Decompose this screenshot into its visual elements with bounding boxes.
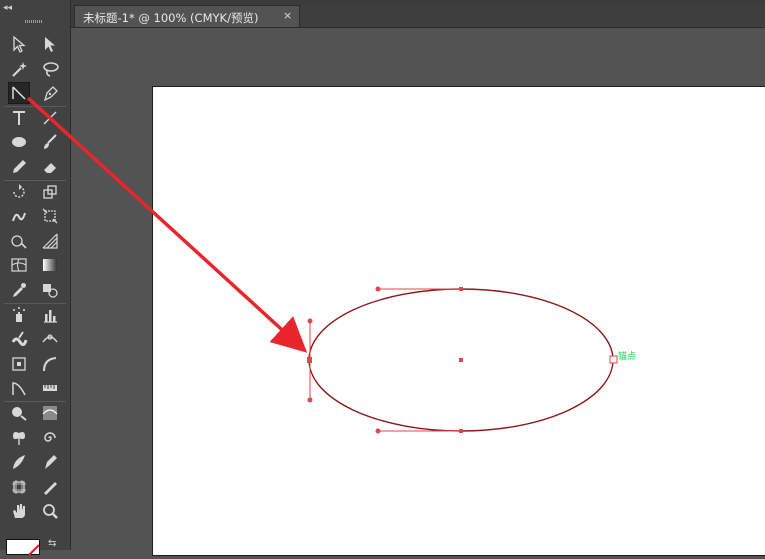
ink-pen-icon bbox=[41, 453, 59, 471]
ruler-icon bbox=[41, 379, 59, 397]
selection-tool[interactable] bbox=[8, 33, 30, 55]
gradient-tool[interactable] bbox=[39, 254, 61, 276]
slice-icon bbox=[41, 478, 59, 496]
mesh-icon bbox=[10, 256, 28, 274]
column-graph-icon bbox=[41, 306, 59, 324]
width-tool[interactable] bbox=[39, 328, 61, 350]
line-tool[interactable] bbox=[39, 107, 61, 129]
hand-icon bbox=[10, 502, 28, 520]
symbol-sprayer-icon bbox=[10, 306, 28, 324]
close-tab-icon[interactable]: × bbox=[283, 9, 292, 22]
magic-wand-tool[interactable] bbox=[8, 58, 30, 80]
width-icon bbox=[41, 330, 59, 348]
brush-mask-icon bbox=[10, 404, 28, 422]
warp-tool[interactable] bbox=[8, 205, 30, 227]
document-tab[interactable]: 未标题-1* @ 100% (CMYK/预览) × bbox=[74, 5, 300, 27]
spiral-icon bbox=[41, 429, 59, 447]
free-transform-tool[interactable] bbox=[39, 205, 61, 227]
slice-tool[interactable] bbox=[39, 476, 61, 498]
mesh-tool[interactable] bbox=[8, 254, 30, 276]
blend-icon bbox=[41, 281, 59, 299]
line-segment-icon bbox=[10, 84, 28, 102]
paintbrush-icon bbox=[41, 133, 59, 151]
paintbrush-tool[interactable] bbox=[39, 131, 61, 153]
spiral-tool[interactable] bbox=[39, 427, 61, 449]
ruler-tool[interactable] bbox=[39, 377, 61, 399]
arc-tool[interactable] bbox=[39, 353, 61, 375]
zoom-tool[interactable] bbox=[39, 500, 61, 522]
curvature-icon bbox=[10, 379, 28, 397]
rotate-icon bbox=[10, 183, 28, 201]
perspective-grid-icon bbox=[41, 232, 59, 250]
blob-brush-icon bbox=[10, 330, 28, 348]
texture-tool[interactable] bbox=[39, 402, 61, 424]
pencil-icon bbox=[10, 158, 28, 176]
symbol-sprayer-tool[interactable] bbox=[8, 304, 30, 326]
ellipse-icon bbox=[10, 133, 28, 151]
line-segment-tool[interactable] bbox=[8, 82, 30, 105]
blend-tool[interactable] bbox=[39, 279, 61, 301]
scale-icon bbox=[41, 183, 59, 201]
gradient-icon bbox=[41, 256, 59, 274]
eyedropper-tool[interactable] bbox=[8, 279, 30, 301]
ink-pen-tool[interactable] bbox=[39, 451, 61, 473]
zoom-icon bbox=[41, 502, 59, 520]
selection-arrow-icon bbox=[10, 35, 28, 53]
perspective-grid-tool[interactable] bbox=[39, 230, 61, 252]
feather-icon bbox=[10, 453, 28, 471]
line-icon bbox=[41, 109, 59, 127]
swap-fill-stroke-icon[interactable]: ⇆ bbox=[48, 538, 56, 549]
ellipse-tool[interactable] bbox=[8, 131, 30, 153]
anchor-point-label: 锚点 bbox=[618, 352, 637, 362]
texture-icon bbox=[41, 404, 59, 422]
shape-builder-icon bbox=[10, 232, 28, 250]
bounding-box-tool[interactable] bbox=[8, 353, 30, 375]
shape-builder-tool[interactable] bbox=[8, 230, 30, 252]
fill-stroke-swatch[interactable] bbox=[6, 539, 40, 556]
butterfly-tool[interactable] bbox=[8, 427, 30, 449]
column-graph-tool[interactable] bbox=[39, 304, 61, 326]
eyedropper-icon bbox=[10, 281, 28, 299]
rotate-tool[interactable] bbox=[8, 181, 30, 203]
curvature-tool[interactable] bbox=[8, 377, 30, 399]
tool-separator bbox=[4, 401, 66, 402]
panel-grip[interactable] bbox=[25, 20, 43, 23]
type-icon bbox=[10, 109, 28, 127]
eraser-tool[interactable] bbox=[39, 156, 61, 178]
pencil-tool[interactable] bbox=[8, 156, 30, 178]
tools-panel: ◂◂ ⇆ bbox=[0, 0, 71, 556]
brush-mask-tool[interactable] bbox=[8, 402, 30, 424]
bounding-box-icon bbox=[10, 355, 28, 373]
eraser-icon bbox=[41, 158, 59, 176]
pen-icon bbox=[41, 84, 59, 102]
butterfly-icon bbox=[10, 429, 28, 447]
direct-selection-arrow-icon bbox=[41, 35, 59, 53]
scale-tool[interactable] bbox=[39, 181, 61, 203]
lasso-icon bbox=[41, 60, 59, 78]
warp-icon bbox=[10, 207, 28, 225]
artboard-icon bbox=[10, 478, 28, 496]
artboard[interactable] bbox=[152, 86, 765, 556]
tool-separator bbox=[4, 105, 66, 107]
type-tool[interactable] bbox=[8, 107, 30, 129]
direct-selection-tool[interactable] bbox=[39, 33, 61, 55]
magic-wand-icon bbox=[10, 60, 28, 78]
lasso-tool[interactable] bbox=[39, 58, 61, 80]
free-transform-icon bbox=[41, 207, 59, 225]
hand-tool[interactable] bbox=[8, 500, 30, 522]
feather-tool[interactable] bbox=[8, 451, 30, 473]
pen-tool[interactable] bbox=[39, 82, 61, 104]
document-tab-bar: 未标题-1* @ 100% (CMYK/预览) × bbox=[71, 5, 765, 28]
blob-brush-tool[interactable] bbox=[8, 328, 30, 350]
document-tab-title: 未标题-1* @ 100% (CMYK/预览) bbox=[83, 11, 259, 25]
collapse-panel-icon[interactable]: ◂◂ bbox=[3, 4, 12, 13]
tool-separator bbox=[4, 302, 66, 304]
arc-icon bbox=[41, 355, 59, 373]
tool-separator bbox=[4, 179, 66, 181]
artboard-tool[interactable] bbox=[8, 476, 30, 498]
